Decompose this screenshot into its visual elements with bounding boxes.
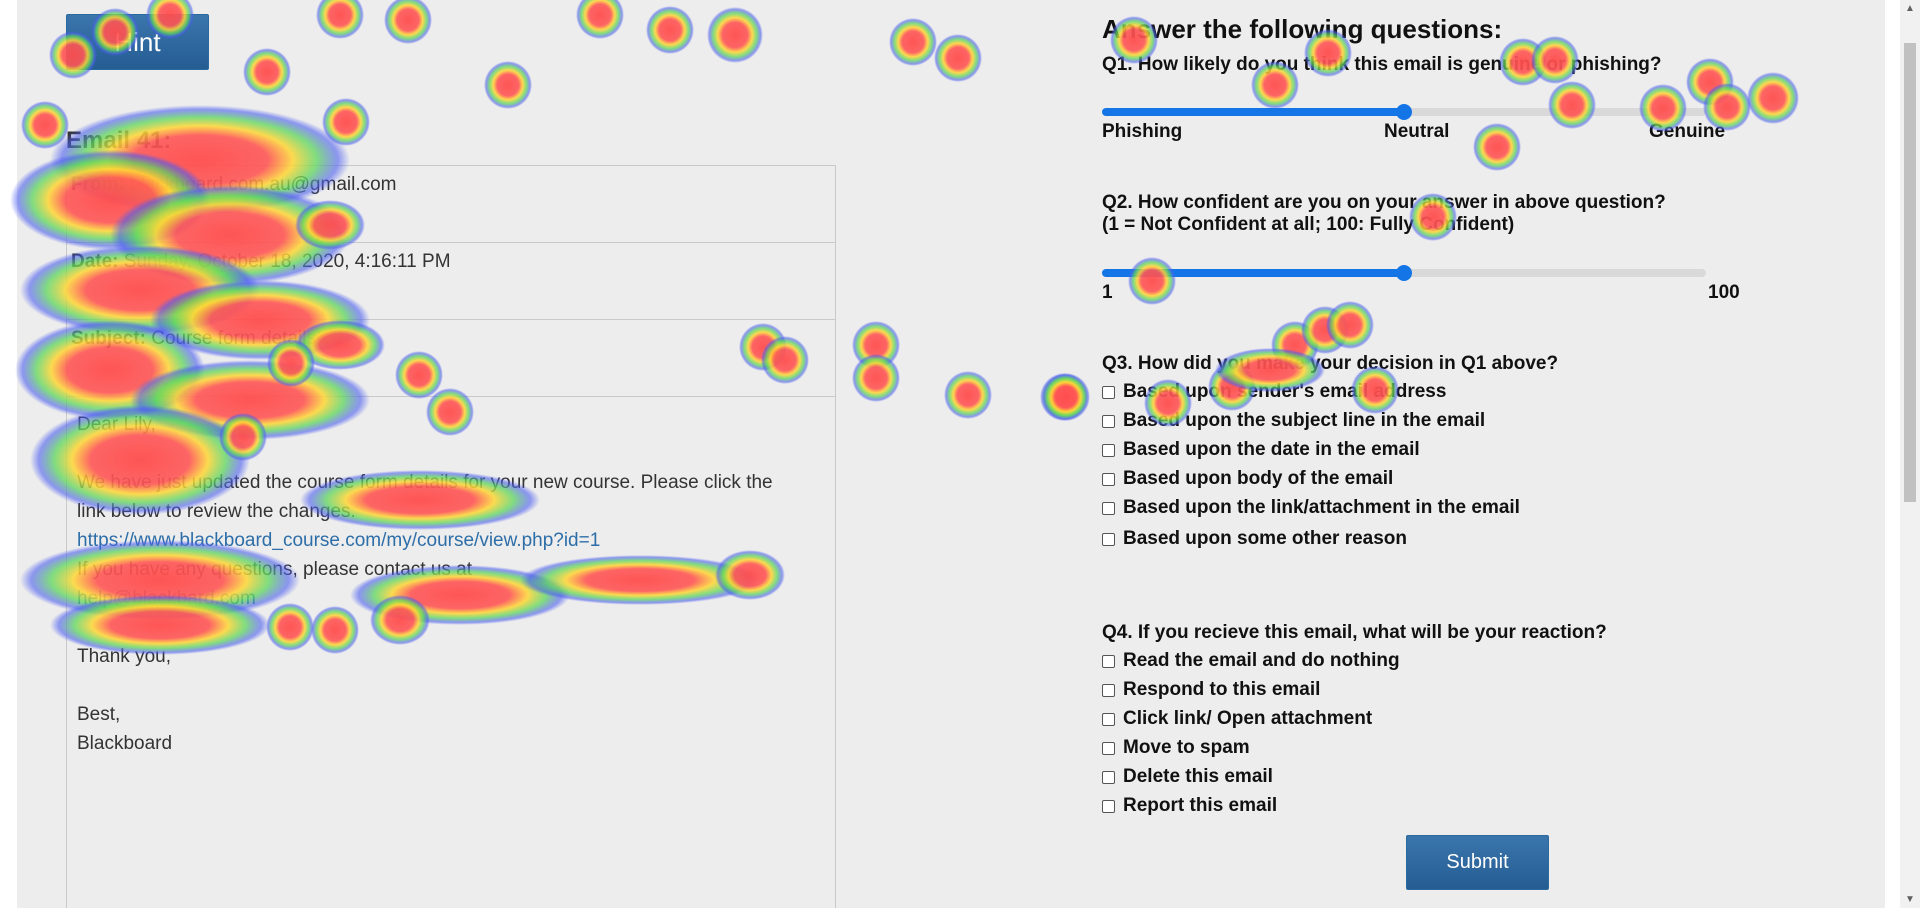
- greeting: Dear Lily,: [77, 414, 156, 435]
- q3-option-label: Based upon sender's email address: [1123, 381, 1447, 402]
- scroll-down-arrow-icon[interactable]: ▼: [1900, 891, 1920, 908]
- q4-option-label: Report this email: [1123, 795, 1278, 816]
- checkbox-icon[interactable]: [1102, 472, 1115, 486]
- q4-option[interactable]: Respond to this email: [1102, 679, 1320, 701]
- questions-heading: Answer the following questions:: [1102, 14, 1503, 44]
- q4-option[interactable]: Delete this email: [1102, 766, 1273, 788]
- subject-label: Subject:: [71, 328, 146, 349]
- checkbox-icon[interactable]: [1102, 741, 1115, 755]
- q4-option-label: Read the email and do nothing: [1123, 650, 1400, 671]
- q4-option-label: Respond to this email: [1123, 679, 1321, 700]
- from-label: From:: [71, 174, 125, 195]
- q3-option-label: Based upon the link/attachment in the em…: [1123, 497, 1520, 518]
- q4-option-label: Click link/ Open attachment: [1123, 708, 1373, 729]
- q4-option[interactable]: Move to spam: [1102, 737, 1250, 759]
- checkbox-icon[interactable]: [1102, 414, 1115, 428]
- q1-slider-thumb[interactable]: [1396, 104, 1412, 120]
- date-value: Sunday, October 18, 2020, 4:16:11 PM: [123, 251, 451, 272]
- q1-label: Q1. How likely do you think this email i…: [1102, 54, 1662, 75]
- scroll-up-arrow-icon[interactable]: ▲: [1900, 0, 1920, 17]
- q4-label: Q4. If you recieve this email, what will…: [1102, 622, 1607, 643]
- q1-tick-phishing: Phishing: [1102, 121, 1183, 142]
- q3-option-label: Based upon the subject line in the email: [1123, 410, 1486, 431]
- email-subject-row: Subject: Course form details: [67, 320, 835, 397]
- q1-tick-neutral: Neutral: [1384, 121, 1450, 142]
- email-title: Email 41:: [66, 127, 172, 154]
- email-body: Dear Lily, We have just updated the cour…: [77, 410, 827, 758]
- stage: Hint Email 41: From: blackboard.com.au@g…: [0, 0, 1920, 908]
- q2-slider-thumb[interactable]: [1396, 265, 1412, 281]
- q3-option-label: Based upon the date in the email: [1123, 439, 1420, 460]
- checkbox-icon[interactable]: [1102, 385, 1115, 399]
- q1-tick-genuine: Genuine: [1649, 121, 1726, 142]
- q2-slider[interactable]: [1102, 265, 1706, 281]
- signature-text: Blackboard: [77, 733, 173, 754]
- q4-option[interactable]: Report this email: [1102, 795, 1277, 817]
- closing-text: Best,: [77, 704, 121, 725]
- checkbox-icon[interactable]: [1102, 654, 1115, 668]
- q4-option[interactable]: Click link/ Open attachment: [1102, 708, 1372, 730]
- checkbox-icon[interactable]: [1102, 683, 1115, 697]
- checkbox-icon[interactable]: [1102, 532, 1115, 546]
- from-value: blackboard.com.au@gmail.com: [130, 174, 397, 195]
- q4-option-label: Move to spam: [1123, 737, 1250, 758]
- subject-value: Course form details: [151, 328, 316, 349]
- q4-option[interactable]: Read the email and do nothing: [1102, 650, 1400, 672]
- checkbox-icon[interactable]: [1102, 443, 1115, 457]
- submit-button[interactable]: Submit: [1406, 835, 1549, 890]
- body-line-1: We have just updated the course form det…: [77, 472, 773, 493]
- q3-option[interactable]: Based upon body of the email: [1102, 468, 1393, 490]
- q3-option[interactable]: Based upon the subject line in the email: [1102, 410, 1485, 432]
- email-from-row: From: blackboard.com.au@gmail.com: [67, 166, 835, 243]
- q3-option[interactable]: Based upon some other reason: [1102, 528, 1407, 550]
- email-date-row: Date: Sunday, October 18, 2020, 4:16:11 …: [67, 243, 835, 320]
- q4-option-label: Delete this email: [1123, 766, 1273, 787]
- q3-option-label: Based upon body of the email: [1123, 468, 1394, 489]
- thanks-text: Thank you,: [77, 646, 171, 667]
- q2-max-label: 100: [1708, 282, 1740, 303]
- checkbox-icon[interactable]: [1102, 501, 1115, 515]
- body-line-3: If you have any questions, please contac…: [77, 559, 473, 580]
- vertical-scrollbar[interactable]: ▲ ▼: [1900, 0, 1920, 908]
- q3-option[interactable]: Based upon the link/attachment in the em…: [1102, 497, 1520, 519]
- email-panel: From: blackboard.com.au@gmail.com Date: …: [66, 165, 836, 908]
- date-label: Date:: [71, 251, 119, 272]
- q3-option-label: Based upon some other reason: [1123, 528, 1408, 549]
- contact-email-link[interactable]: help@blackbard.com: [77, 588, 256, 609]
- q3-label: Q3. How did you make your decision in Q1…: [1102, 353, 1559, 374]
- q2-label: Q2. How confident are you on your answer…: [1102, 192, 1666, 213]
- q2-scale-note: (1 = Not Confident at all; 100: Fully Co…: [1102, 214, 1515, 235]
- q1-slider-fill: [1102, 108, 1404, 116]
- checkbox-icon[interactable]: [1102, 799, 1115, 813]
- checkbox-icon[interactable]: [1102, 712, 1115, 726]
- scrollbar-thumb[interactable]: [1904, 43, 1916, 502]
- email-link[interactable]: https://www.blackboard_course.com/my/cou…: [77, 530, 600, 551]
- q2-slider-fill: [1102, 269, 1404, 277]
- body-line-2: link below to review the changes.: [77, 501, 356, 522]
- q1-slider[interactable]: [1102, 104, 1706, 120]
- q2-min-label: 1: [1102, 282, 1113, 303]
- checkbox-icon[interactable]: [1102, 770, 1115, 784]
- q3-option[interactable]: Based upon sender's email address: [1102, 381, 1446, 403]
- q3-option[interactable]: Based upon the date in the email: [1102, 439, 1420, 461]
- hint-button[interactable]: Hint: [66, 14, 209, 70]
